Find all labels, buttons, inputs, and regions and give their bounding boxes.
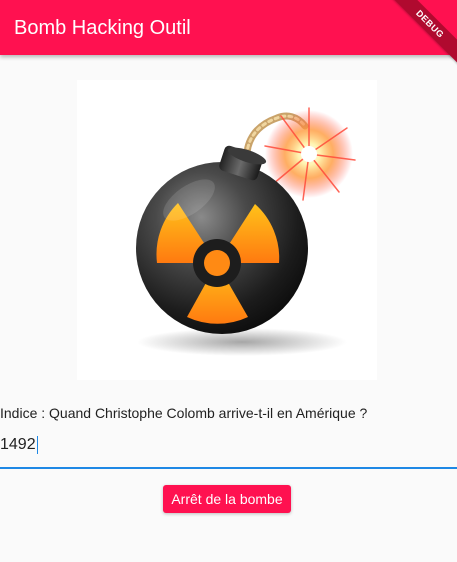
- answer-field[interactable]: 1492: [0, 428, 457, 469]
- radioactive-bomb-icon: [136, 107, 356, 356]
- answer-input[interactable]: 1492: [0, 436, 39, 454]
- answer-value: 1492: [0, 436, 36, 453]
- app-screen: Bomb Hacking Outil DEBUG Indice: Quand …: [0, 0, 457, 562]
- app-title: Bomb Hacking Outil: [14, 17, 191, 39]
- stop-bomb-button[interactable]: Arrêt de la bombe: [163, 485, 291, 513]
- app-bar: Bomb Hacking Outil: [0, 0, 457, 55]
- bomb-image: [77, 80, 377, 380]
- text-caret: [36, 436, 39, 454]
- hint-text: Indice : Quand Christophe Colomb arrive-…: [0, 405, 368, 421]
- field-underline: [0, 467, 457, 469]
